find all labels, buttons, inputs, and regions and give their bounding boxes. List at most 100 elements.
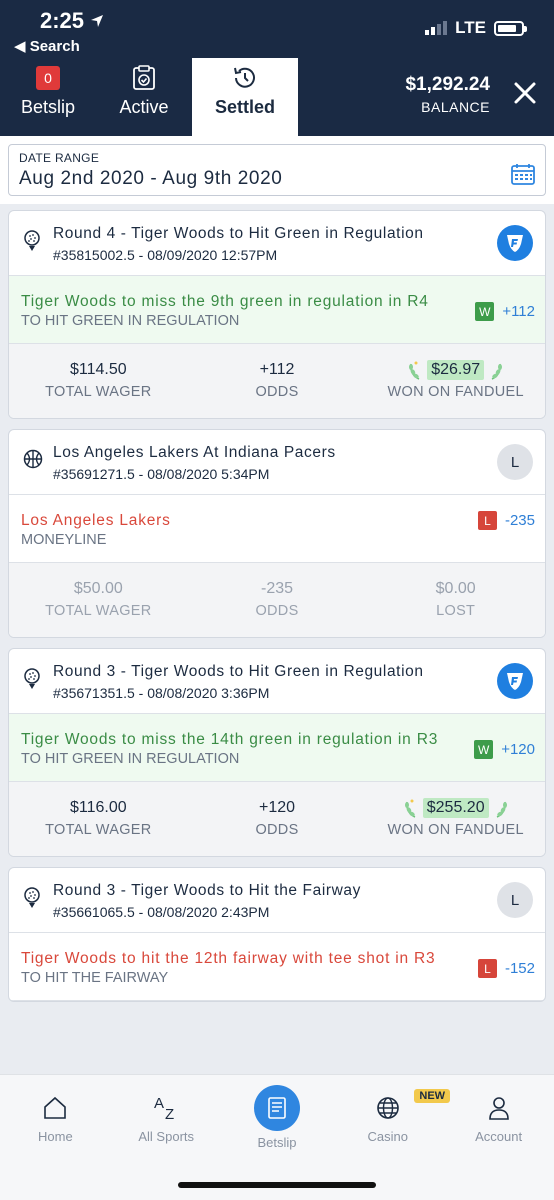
total-wager-value: $114.50 xyxy=(70,361,127,378)
golf-ball-icon xyxy=(24,230,40,251)
total-wager-value: $50.00 xyxy=(73,580,123,597)
close-icon[interactable] xyxy=(510,78,540,108)
payout-value: $26.97 xyxy=(427,360,485,380)
bottom-nav: Home AZ All Sports Betslip NEW Casino Ac… xyxy=(0,1074,554,1200)
bet-card[interactable]: Round 4 - Tiger Woods to Hit Green in Re… xyxy=(8,210,546,419)
settled-bets-list: Round 4 - Tiger Woods to Hit Green in Re… xyxy=(0,204,554,1002)
loss-badge: L xyxy=(477,959,497,978)
bet-selection: Los Angeles Lakers MONEYLINE L -235 xyxy=(9,495,545,563)
win-badge: W xyxy=(474,740,494,759)
selection-odds: +112 xyxy=(502,303,535,320)
bet-result: W +112 xyxy=(475,302,535,321)
bet-result: L -152 xyxy=(477,959,535,978)
selection-odds: -152 xyxy=(504,960,535,977)
date-range-value: Aug 2nd 2020 - Aug 9th 2020 xyxy=(19,168,283,189)
calendar-icon xyxy=(511,164,535,185)
tab-betslip[interactable]: 0 Betslip xyxy=(0,58,96,136)
svg-text:A: A xyxy=(154,1095,164,1112)
bet-id-date: #35691271.5 - 08/08/2020 5:34PM xyxy=(53,466,270,482)
bet-card[interactable]: Los Angeles Lakers At Indiana Pacers #35… xyxy=(8,429,546,638)
bet-stats: $114.50 TOTAL WAGER +112 ODDS $26.97 WON O… xyxy=(9,344,545,418)
nav-betslip[interactable]: Betslip xyxy=(222,1085,333,1165)
bet-title: Los Angeles Lakers At Indiana Pacers xyxy=(53,444,336,461)
bet-selection: Tiger Woods to miss the 14th green in re… xyxy=(9,714,545,782)
home-indicator[interactable] xyxy=(178,1182,376,1188)
golf-ball-icon xyxy=(24,887,40,908)
nav-all-sports[interactable]: AZ All Sports xyxy=(111,1091,222,1165)
user-icon xyxy=(488,1097,509,1120)
date-range-section: DATE RANGE Aug 2nd 2020 - Aug 9th 2020 xyxy=(0,136,554,204)
tab-settled[interactable]: Settled xyxy=(192,58,298,136)
laurel-right-icon xyxy=(491,363,503,380)
betslip-icon xyxy=(268,1097,286,1119)
selection-text: Tiger Woods to hit the 12th fairway with… xyxy=(21,950,436,967)
selection-text: Los Angeles Lakers xyxy=(21,512,171,529)
odds-value: -235 xyxy=(260,580,294,597)
bet-result: W +120 xyxy=(474,740,535,759)
battery-icon xyxy=(494,20,527,36)
signal-icon xyxy=(425,21,448,35)
payout-value: $0.00 xyxy=(435,580,476,597)
bet-id-date: #35661065.5 - 08/08/2020 2:43PM xyxy=(53,904,270,920)
nav-account[interactable]: Account xyxy=(443,1091,554,1165)
network-label: LTE xyxy=(455,18,486,37)
selection-odds: -235 xyxy=(504,512,535,529)
bet-stats: $50.00 TOTAL WAGER -235 ODDS $0.00 LOST xyxy=(9,563,545,637)
payout-label: LOST xyxy=(436,603,476,619)
tab-active[interactable]: Active xyxy=(96,58,192,136)
status-bar: 2:25 ◀ Search LTE xyxy=(0,0,554,58)
balance-amount: $1,292.24 xyxy=(405,74,490,95)
account-balance: $1,292.24 BALANCE xyxy=(405,74,490,115)
header: 2:25 ◀ Search LTE 0 Betslip Active Settl… xyxy=(0,0,554,136)
clipboard-check-icon xyxy=(133,65,155,90)
balance-label: BALANCE xyxy=(421,99,490,115)
status-right: LTE xyxy=(425,18,527,38)
odds-value: +120 xyxy=(258,799,296,816)
basketball-icon xyxy=(23,449,43,469)
date-range-label: DATE RANGE xyxy=(19,151,100,165)
odds-value: +112 xyxy=(259,361,295,378)
total-wager-label: TOTAL WAGER xyxy=(45,822,152,838)
bet-title: Round 4 - Tiger Woods to Hit Green in Re… xyxy=(53,225,424,242)
home-icon xyxy=(44,1096,67,1119)
bet-card-header: Round 3 - Tiger Woods to Hit Green in Re… xyxy=(9,649,545,714)
odds-label: ODDS xyxy=(255,822,299,838)
bet-card[interactable]: Round 3 - Tiger Woods to Hit the Fairway… xyxy=(8,867,546,1002)
odds-label: ODDS xyxy=(255,384,299,400)
bet-id-date: #35815002.5 - 08/09/2020 12:57PM xyxy=(53,247,278,263)
bet-title: Round 3 - Tiger Woods to Hit the Fairway xyxy=(53,882,362,899)
market-text: TO HIT GREEN IN REGULATION xyxy=(21,751,240,767)
back-to-search[interactable]: ◀ Search xyxy=(14,37,80,55)
market-text: TO HIT GREEN IN REGULATION xyxy=(21,313,240,329)
bets-tabs: 0 Betslip Active Settled $1,292.24 BALAN… xyxy=(0,58,554,136)
total-wager-label: TOTAL WAGER xyxy=(45,603,152,619)
total-wager-value: $116.00 xyxy=(70,799,127,816)
payout-label: WON ON FANDUEL xyxy=(387,822,524,838)
location-arrow-icon xyxy=(91,15,104,27)
fanduel-shield-icon xyxy=(497,225,533,261)
laurel-left-icon xyxy=(404,799,416,818)
nav-home[interactable]: Home xyxy=(0,1091,111,1165)
bet-result: L -235 xyxy=(477,511,535,530)
fanduel-shield-icon xyxy=(497,663,533,699)
bet-card-header: Round 3 - Tiger Woods to Hit the Fairway… xyxy=(9,868,545,933)
total-wager-label: TOTAL WAGER xyxy=(45,384,152,400)
loss-logo-badge: L xyxy=(497,882,533,918)
date-range-picker[interactable]: DATE RANGE Aug 2nd 2020 - Aug 9th 2020 xyxy=(8,144,546,196)
globe-icon xyxy=(376,1097,399,1119)
history-clock-icon xyxy=(234,67,255,88)
payout-label: WON ON FANDUEL xyxy=(387,384,524,400)
bet-card[interactable]: Round 3 - Tiger Woods to Hit Green in Re… xyxy=(8,648,546,857)
svg-text:Z: Z xyxy=(165,1106,174,1122)
golf-ball-icon xyxy=(24,668,40,689)
selection-text: Tiger Woods to miss the 9th green in reg… xyxy=(21,293,429,310)
bet-selection: Tiger Woods to hit the 12th fairway with… xyxy=(9,933,545,1001)
nav-casino[interactable]: NEW Casino xyxy=(332,1089,451,1165)
loss-badge: L xyxy=(477,511,497,530)
odds-label: ODDS xyxy=(255,603,299,619)
bet-stats: $116.00 TOTAL WAGER +120 ODDS $255.20 WON … xyxy=(9,782,545,856)
laurel-left-icon xyxy=(409,361,420,380)
bet-card-header: Round 4 - Tiger Woods to Hit Green in Re… xyxy=(9,211,545,276)
selection-text: Tiger Woods to miss the 14th green in re… xyxy=(21,731,439,748)
win-badge: W xyxy=(475,302,495,321)
